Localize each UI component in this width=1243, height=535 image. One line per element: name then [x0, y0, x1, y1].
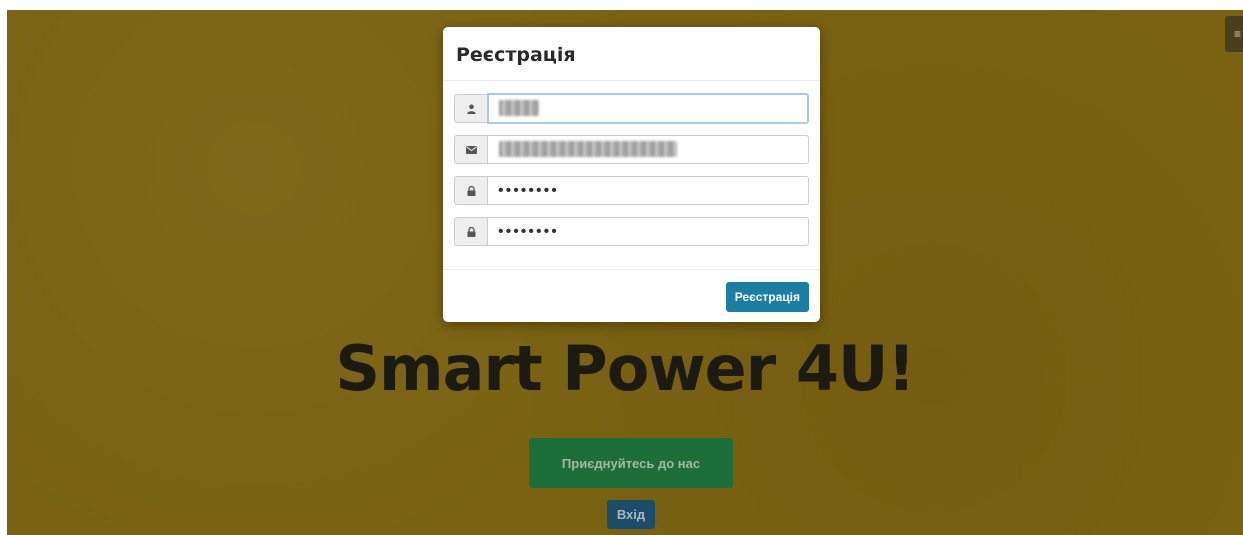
lock-icon: [454, 176, 487, 205]
email-field-wrap: [487, 134, 809, 165]
password-input-group: [454, 175, 809, 206]
menu-toggle-button[interactable]: ≡: [1225, 16, 1243, 52]
lock-icon: [454, 217, 487, 246]
password-input[interactable]: [487, 176, 809, 205]
envelope-icon: [454, 135, 487, 164]
username-input-group: [454, 93, 809, 124]
email-input-group: [454, 134, 809, 165]
redacted-username: [499, 100, 539, 116]
user-icon: [454, 94, 487, 123]
modal-body: [443, 81, 820, 270]
confirm-password-input-group: [454, 216, 809, 247]
hero-title: Smart Power 4U!: [335, 332, 915, 405]
modal-title: Реєстрація: [456, 44, 576, 66]
join-us-button[interactable]: Приєднуйтесь до нас: [529, 438, 733, 488]
modal-header: Реєстрація: [443, 27, 820, 81]
modal-footer: Реєстрація: [443, 270, 820, 322]
username-field-wrap: [487, 93, 809, 124]
register-submit-button[interactable]: Реєстрація: [725, 282, 809, 312]
confirm-password-input[interactable]: [487, 217, 809, 246]
login-button[interactable]: Вхід: [607, 500, 655, 529]
registration-modal: Реєстрація •••••••• •••••••• Реєстрація: [443, 27, 820, 322]
menu-icon: ≡: [1233, 27, 1241, 41]
redacted-email: [499, 141, 677, 157]
